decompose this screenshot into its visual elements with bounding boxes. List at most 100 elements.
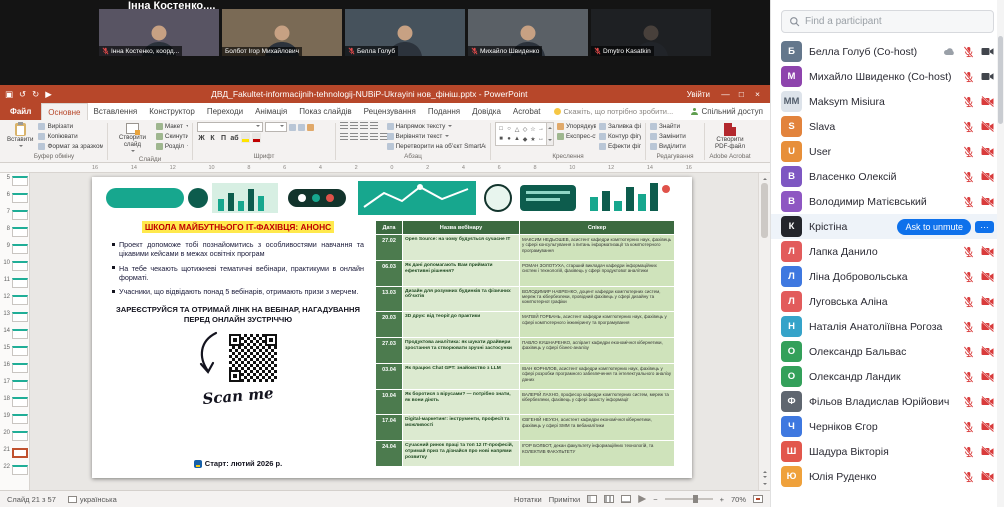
scroll-up-icon[interactable] — [548, 125, 552, 129]
shape-icon[interactable]: ◇ — [523, 126, 528, 133]
scrollbar-thumb[interactable] — [761, 183, 768, 238]
quick-styles-button[interactable]: Експрес-стилі — [557, 132, 596, 141]
camera-off-icon[interactable] — [981, 171, 994, 182]
font-toggle-button[interactable]: Ж — [197, 133, 206, 143]
mic-muted-icon[interactable] — [963, 271, 974, 283]
ribbon-tab[interactable]: Рецензування — [358, 103, 422, 120]
video-thumbnail[interactable]: Dmytro Kasatkin — [591, 9, 711, 56]
mic-muted-icon[interactable] — [963, 246, 974, 258]
mic-muted-icon[interactable] — [963, 296, 974, 308]
next-slide-icon[interactable] — [763, 476, 767, 480]
highlight-color-button[interactable] — [241, 133, 250, 143]
participant-row[interactable]: Ш Шадура Вікторія — [771, 439, 1004, 464]
shape-icon[interactable]: ☆ — [530, 126, 535, 133]
font-name-combo[interactable] — [197, 122, 263, 132]
participant-row[interactable]: Ю Юлія Руденко — [771, 464, 1004, 489]
slide-thumbnail[interactable]: 21 — [2, 447, 29, 464]
quick-access-icon[interactable]: ↻ — [32, 89, 39, 100]
slide-thumbnail[interactable]: 22 — [2, 464, 29, 481]
slide-thumbnail[interactable]: 10 — [2, 260, 29, 277]
ribbon-tab[interactable]: Основне — [41, 103, 87, 120]
increase-indent-icon[interactable] — [370, 122, 378, 129]
slide-thumbnail[interactable]: 12 — [2, 294, 29, 311]
slide-thumbnail-preview[interactable] — [12, 227, 28, 237]
ribbon-small-button[interactable]: Контур фігури — [599, 132, 641, 141]
ask-to-unmute-button[interactable]: Ask to unmute — [897, 219, 971, 235]
slide-thumbnail[interactable]: 18 — [2, 396, 29, 413]
new-slide-button[interactable]: Створити слайд — [112, 122, 153, 155]
ribbon-small-button[interactable]: Замінити — [650, 132, 686, 141]
slide-thumbnail-preview[interactable] — [12, 431, 28, 441]
slide-thumbnail-preview[interactable] — [12, 278, 28, 288]
mic-muted-icon[interactable] — [963, 321, 974, 333]
ribbon-small-button[interactable]: Знайти — [650, 122, 686, 131]
slide-thumbnail-preview[interactable] — [12, 244, 28, 254]
font-toggle-button[interactable]: П — [219, 133, 228, 143]
search-input[interactable] — [805, 16, 986, 27]
mic-muted-icon[interactable] — [963, 396, 974, 408]
ribbon-tab[interactable]: Acrobat — [507, 103, 547, 120]
camera-off-icon[interactable] — [981, 121, 994, 132]
ribbon-tab[interactable]: Переходи — [201, 103, 249, 120]
zoom-out-button[interactable]: − — [653, 495, 657, 504]
slide-thumbnail-preview[interactable] — [12, 346, 28, 356]
scroll-down-icon[interactable] — [548, 139, 552, 143]
ribbon-small-button[interactable]: Формат за зразком — [38, 142, 103, 151]
align-center-icon[interactable] — [350, 133, 358, 140]
font-toggle-button[interactable]: аб — [230, 133, 239, 143]
camera-on-icon[interactable] — [981, 46, 994, 57]
ribbon-small-button[interactable]: Вирізати — [38, 122, 103, 131]
participant-row[interactable]: М Михайло Швиденко (Co-host) — [771, 64, 1004, 89]
participant-row[interactable]: О Олександр Бальвас — [771, 339, 1004, 364]
camera-off-icon[interactable] — [981, 296, 994, 307]
shape-icon[interactable]: ★ — [530, 136, 535, 143]
slide-thumbnail[interactable]: 8 — [2, 226, 29, 243]
shape-icon[interactable]: □ — [499, 126, 503, 132]
more-options-button[interactable]: … — [975, 221, 994, 233]
participant-row[interactable]: Ч Черніков Єгор — [771, 414, 1004, 439]
language-button[interactable]: українська — [68, 495, 117, 504]
slideshow-icon[interactable] — [638, 495, 646, 503]
shape-icon[interactable]: ○ — [507, 126, 511, 132]
video-thumbnail[interactable]: Болбот Ігор Михайлович — [222, 9, 342, 56]
zoom-slider[interactable] — [665, 498, 713, 500]
slide-thumbnail-preview[interactable] — [12, 448, 28, 458]
mic-muted-icon[interactable] — [963, 196, 974, 208]
participant-row[interactable]: В Володимир Матієвський — [771, 189, 1004, 214]
participant-row[interactable]: U User — [771, 139, 1004, 164]
ribbon-small-button[interactable]: Вирівняти текст — [387, 132, 487, 141]
participant-row[interactable]: О Олександр Ландик — [771, 364, 1004, 389]
slide-thumbnail[interactable]: 19 — [2, 413, 29, 430]
slide-thumbnail[interactable]: 6 — [2, 192, 29, 209]
slide-thumbnail-preview[interactable] — [12, 193, 28, 203]
reading-view-icon[interactable] — [621, 495, 631, 503]
ribbon-small-button[interactable]: Макет — [156, 122, 188, 131]
zoom-slider-thumb[interactable] — [693, 495, 698, 503]
mic-muted-icon[interactable] — [963, 371, 974, 383]
arrange-button[interactable]: Упорядкувати — [557, 122, 596, 131]
camera-off-icon[interactable] — [981, 271, 994, 282]
quick-access-icon[interactable]: ▣ — [5, 89, 13, 100]
ribbon-small-button[interactable]: Перетворити на об’єкт SmartArt — [387, 142, 487, 151]
font-toggle-button[interactable]: К — [208, 133, 217, 143]
mic-muted-icon[interactable] — [963, 146, 974, 158]
mic-muted-icon[interactable] — [963, 96, 974, 108]
mic-muted-icon[interactable] — [963, 71, 974, 83]
camera-off-icon[interactable] — [981, 146, 994, 157]
slide-thumbnail[interactable]: 20 — [2, 430, 29, 447]
grow-font-icon[interactable] — [289, 124, 296, 131]
paste-button[interactable]: Вставити — [5, 122, 35, 150]
camera-off-icon[interactable] — [981, 471, 994, 482]
font-color-button[interactable] — [252, 133, 261, 143]
align-left-icon[interactable] — [340, 133, 348, 140]
decrease-indent-icon[interactable] — [360, 122, 368, 129]
camera-off-icon[interactable] — [981, 396, 994, 407]
numbering-icon[interactable] — [350, 122, 358, 129]
ribbon-tab[interactable]: Анімація — [249, 103, 293, 120]
camera-off-icon[interactable] — [981, 321, 994, 332]
camera-off-icon[interactable] — [981, 196, 994, 207]
quick-access-icon[interactable]: ▶ — [45, 89, 52, 100]
shape-icon[interactable]: ● — [507, 136, 511, 142]
slide-scrollbar[interactable] — [758, 173, 770, 490]
participant-row[interactable]: К Крістіна Ask to unmute … — [771, 214, 1004, 239]
